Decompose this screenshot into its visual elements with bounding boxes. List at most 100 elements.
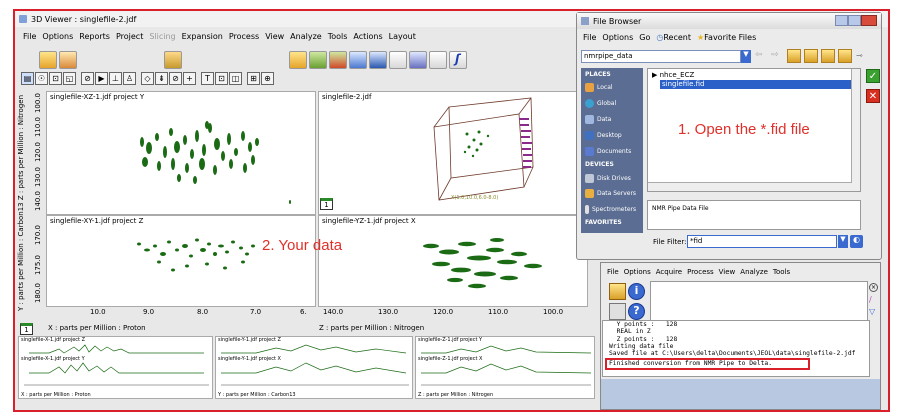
- place-desktop[interactable]: Desktop: [585, 131, 622, 140]
- close-circle-icon[interactable]: ×: [869, 283, 878, 292]
- horizontal-scrollbar[interactable]: [648, 182, 860, 191]
- lock-icon[interactable]: [164, 51, 182, 69]
- menu-slicing[interactable]: Slicing: [149, 32, 175, 41]
- trace-panel-y[interactable]: singlefile-Y-1.jdf project Z singlefile-…: [215, 336, 413, 399]
- draw-tool-icon[interactable]: ⊘: [169, 72, 182, 85]
- place-global[interactable]: Global: [585, 99, 616, 108]
- cv-menu-file[interactable]: File: [607, 268, 619, 276]
- menu-file[interactable]: File: [23, 32, 36, 41]
- back-icon[interactable]: ⇦: [755, 50, 767, 63]
- forward-icon[interactable]: ⇨: [771, 50, 783, 63]
- path-combo[interactable]: nmrpipe_data: [581, 50, 741, 63]
- cancel-x-icon[interactable]: ✕: [866, 89, 880, 103]
- favorite-folder-icon[interactable]: [838, 49, 852, 63]
- open-browser-icon[interactable]: [59, 51, 77, 69]
- trace-panel-z[interactable]: singlefile-Z-1.jdf project Y singlefile-…: [415, 336, 595, 399]
- menu-options[interactable]: Options: [42, 32, 73, 41]
- grid-tool-icon[interactable]: ⊞: [247, 72, 260, 85]
- pane-3d-cube[interactable]: singlefile-2.jdf X(1.0,10.0,6.0-8.0): [318, 91, 588, 215]
- cv-menu-acquire[interactable]: Acquire: [656, 268, 682, 276]
- menu-process[interactable]: Process: [229, 32, 259, 41]
- pane-yz-projection[interactable]: singlefile-YZ-1.jdf project X: [318, 215, 588, 307]
- file-item-selected[interactable]: singlefile.fid: [660, 80, 858, 89]
- fb-menu-file[interactable]: File: [583, 33, 596, 42]
- select-tool-icon[interactable]: ⊡: [49, 72, 62, 85]
- close-icon[interactable]: [860, 15, 877, 26]
- ok-check-icon[interactable]: ✓: [866, 69, 880, 83]
- zoom-tool-icon[interactable]: ▤: [21, 72, 34, 85]
- file-item-folder[interactable]: ▶ nhce_ECZ: [652, 71, 694, 79]
- measure-tool-icon[interactable]: ⊘: [81, 72, 94, 85]
- cv-menu-process[interactable]: Process: [687, 268, 714, 276]
- crosshair-tool-icon[interactable]: ⊕: [261, 72, 274, 85]
- cv-menu-tools[interactable]: Tools: [773, 268, 790, 276]
- console-line-finished: Finished conversion from NMR Pipe to Del…: [605, 358, 811, 370]
- print-icon[interactable]: [389, 51, 407, 69]
- info-icon[interactable]: i: [628, 283, 645, 300]
- trace-panel-x[interactable]: singlefile-X-1.jdf project Z singlefile-…: [18, 336, 213, 399]
- add-project-icon[interactable]: [309, 51, 327, 69]
- fb-menu-recent[interactable]: ◷Recent: [656, 33, 691, 42]
- save-icon[interactable]: [369, 51, 387, 69]
- vertical-scrollbar[interactable]: [851, 69, 860, 183]
- peak-tool-icon[interactable]: ⊥: [109, 72, 122, 85]
- fb-menu-go[interactable]: Go: [639, 33, 650, 42]
- cube-badge[interactable]: 1: [320, 198, 333, 210]
- pane-xz-projection[interactable]: singlefile-XZ-1.jdf project Y: [46, 91, 316, 215]
- device-spectrometers[interactable]: Spectrometers: [585, 205, 636, 214]
- device-disk-drives[interactable]: Disk Drives: [585, 174, 631, 183]
- up-folder-icon[interactable]: [787, 49, 801, 63]
- hand-tool-icon[interactable]: ☉: [35, 72, 48, 85]
- text-tool-icon[interactable]: T: [201, 72, 214, 85]
- maximize-icon[interactable]: [847, 15, 861, 26]
- new-folder-icon[interactable]: [821, 49, 835, 63]
- pointer-tool-icon[interactable]: ▶: [95, 72, 108, 85]
- usb-icon[interactable]: [609, 303, 626, 320]
- folder-icon[interactable]: [289, 51, 307, 69]
- menu-reports[interactable]: Reports: [79, 32, 110, 41]
- key-icon[interactable]: ⊸: [856, 51, 874, 61]
- stop-icon[interactable]: [429, 51, 447, 69]
- settings-icon[interactable]: [409, 51, 427, 69]
- path-dropdown-icon[interactable]: ▼: [741, 50, 751, 63]
- cv-menu-analyze[interactable]: Analyze: [740, 268, 768, 276]
- frame-tool-icon[interactable]: ◫: [229, 72, 242, 85]
- menu-analyze[interactable]: Analyze: [290, 32, 322, 41]
- menu-project[interactable]: Project: [116, 32, 143, 41]
- menu-expansion[interactable]: Expansion: [182, 32, 223, 41]
- cv-menu-view[interactable]: View: [719, 268, 736, 276]
- filter-icon[interactable]: ▽: [869, 307, 878, 316]
- home-folder-icon[interactable]: [804, 49, 818, 63]
- menu-layout[interactable]: Layout: [389, 32, 416, 41]
- remove-project-icon[interactable]: [329, 51, 347, 69]
- menu-tools[interactable]: Tools: [328, 32, 348, 41]
- place-local[interactable]: Local: [585, 83, 613, 92]
- filter-input[interactable]: *fid: [687, 235, 837, 248]
- page-badge[interactable]: 1: [20, 323, 33, 335]
- place-documents[interactable]: Documents: [585, 147, 631, 156]
- fb-menu-options[interactable]: Options: [602, 33, 633, 42]
- region-tool-icon[interactable]: ◱: [63, 72, 76, 85]
- menu-view[interactable]: View: [265, 32, 284, 41]
- minimize-icon[interactable]: [835, 15, 848, 26]
- diamond-tool-icon[interactable]: ◇: [141, 72, 154, 85]
- device-data-servers[interactable]: Data Servers: [585, 189, 636, 198]
- open-file-icon[interactable]: [609, 283, 626, 300]
- fb-menu-favorites[interactable]: ★Favorite Files: [697, 33, 756, 42]
- pane-xy-projection[interactable]: singlefile-XY-1.jdf project Z: [46, 215, 316, 307]
- refresh-icon[interactable]: ◐: [850, 235, 863, 248]
- slice-tool-icon[interactable]: ⇟: [155, 72, 168, 85]
- box-tool-icon[interactable]: ⊡: [215, 72, 228, 85]
- database-icon[interactable]: [349, 51, 367, 69]
- help-icon[interactable]: ?: [628, 303, 645, 320]
- filter-dropdown-icon[interactable]: ▼: [838, 235, 848, 248]
- place-data[interactable]: Data: [585, 115, 611, 124]
- open-folder-icon[interactable]: [39, 51, 57, 69]
- script-icon[interactable]: ʃ: [449, 51, 467, 69]
- console-line: Saved file at C:\Users\delta\Documents\J…: [609, 350, 856, 358]
- menu-actions[interactable]: Actions: [353, 32, 382, 41]
- cross-tool-icon[interactable]: +: [183, 72, 196, 85]
- cv-menu-options[interactable]: Options: [624, 268, 651, 276]
- eraser-icon[interactable]: ∕: [869, 295, 878, 304]
- integral-tool-icon[interactable]: ♙: [123, 72, 136, 85]
